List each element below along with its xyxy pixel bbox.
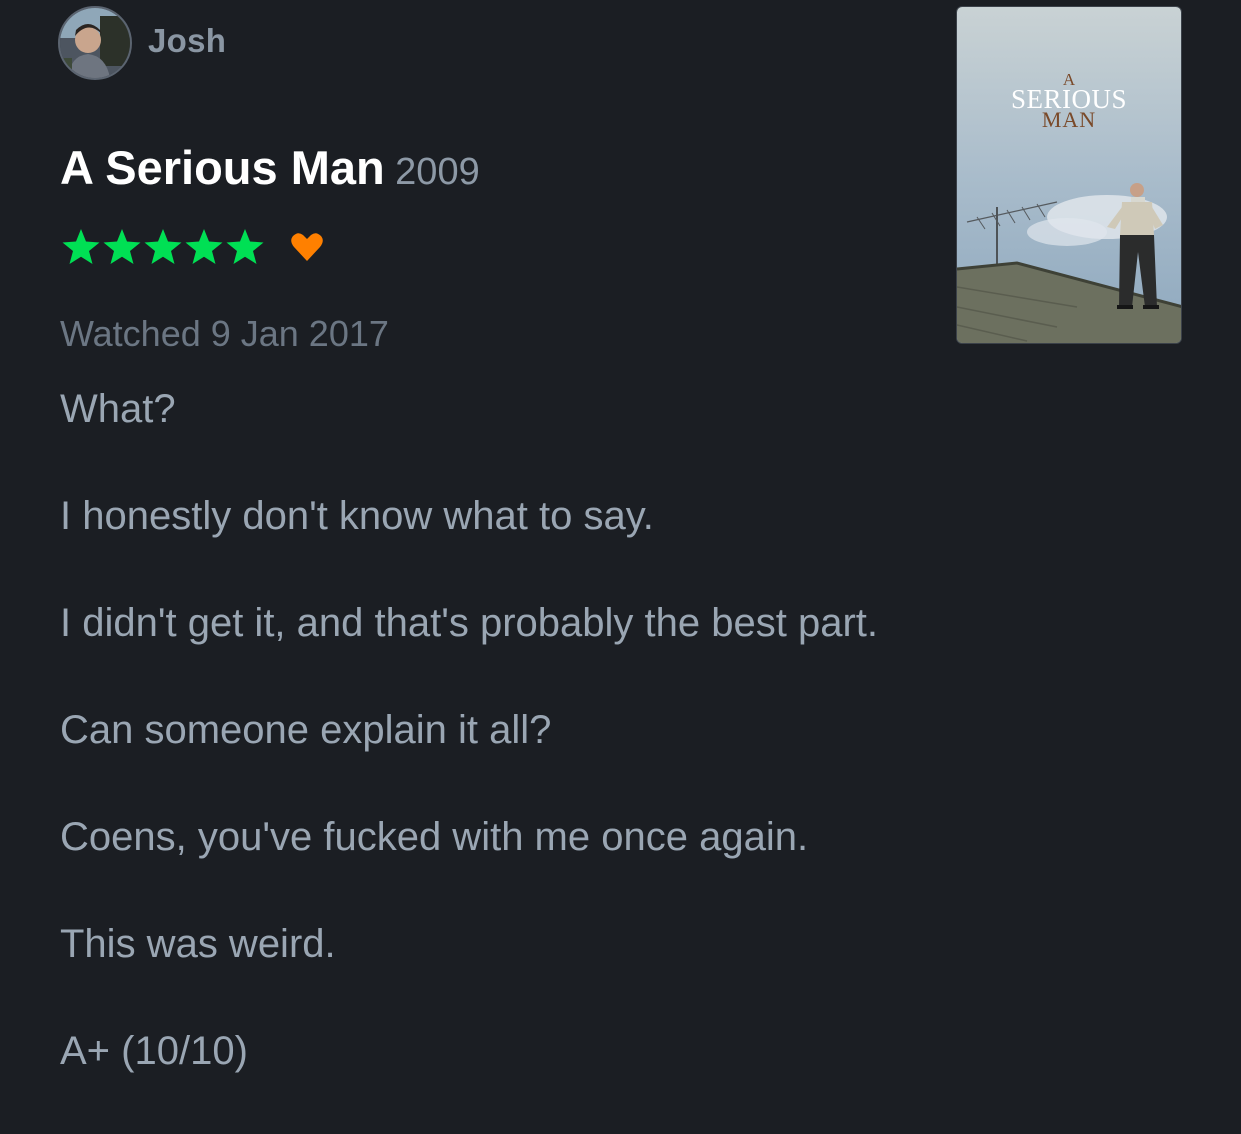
author-avatar[interactable]	[58, 6, 132, 80]
review-paragraph: What?	[60, 387, 176, 431]
review-card: Josh A Serious Man 2009 Watched 9 Jan 20…	[0, 0, 1241, 1097]
film-poster[interactable]: A SERIOUS MAN	[956, 6, 1182, 344]
poster-title: A SERIOUS MAN	[957, 71, 1181, 131]
review-paragraph: I didn't get it, and that's probably the…	[60, 601, 879, 645]
star-icon	[185, 229, 223, 264]
star-rating	[60, 226, 265, 268]
watched-date: Watched 9 Jan 2017	[60, 313, 389, 354]
author-name[interactable]: Josh	[148, 22, 226, 60]
review-author[interactable]: Josh	[58, 6, 226, 80]
film-year[interactable]: 2009	[395, 151, 480, 193]
review-paragraph: A+ (10/10)	[60, 1029, 248, 1073]
film-title[interactable]: A Serious Man	[60, 141, 385, 194]
review-paragraph: Coens, you've fucked with me once again.	[60, 815, 809, 859]
review-paragraph: This was weird.	[60, 922, 336, 966]
liked-heart-icon	[291, 233, 323, 261]
poster-artwork	[957, 7, 1181, 343]
film-heading: A Serious Man 2009	[60, 140, 480, 195]
rating-row	[60, 226, 327, 268]
star-icon	[103, 229, 141, 264]
star-icon	[144, 229, 182, 264]
star-icon	[226, 229, 264, 264]
review-paragraph: I honestly don't know what to say.	[60, 494, 654, 538]
review-paragraph: Can someone explain it all?	[60, 708, 552, 752]
avatar-photo-icon	[60, 8, 130, 78]
review-body: What? I honestly don't know what to say.…	[60, 385, 1160, 1134]
star-icon	[62, 229, 100, 264]
poster-title-line: MAN	[1041, 107, 1097, 132]
